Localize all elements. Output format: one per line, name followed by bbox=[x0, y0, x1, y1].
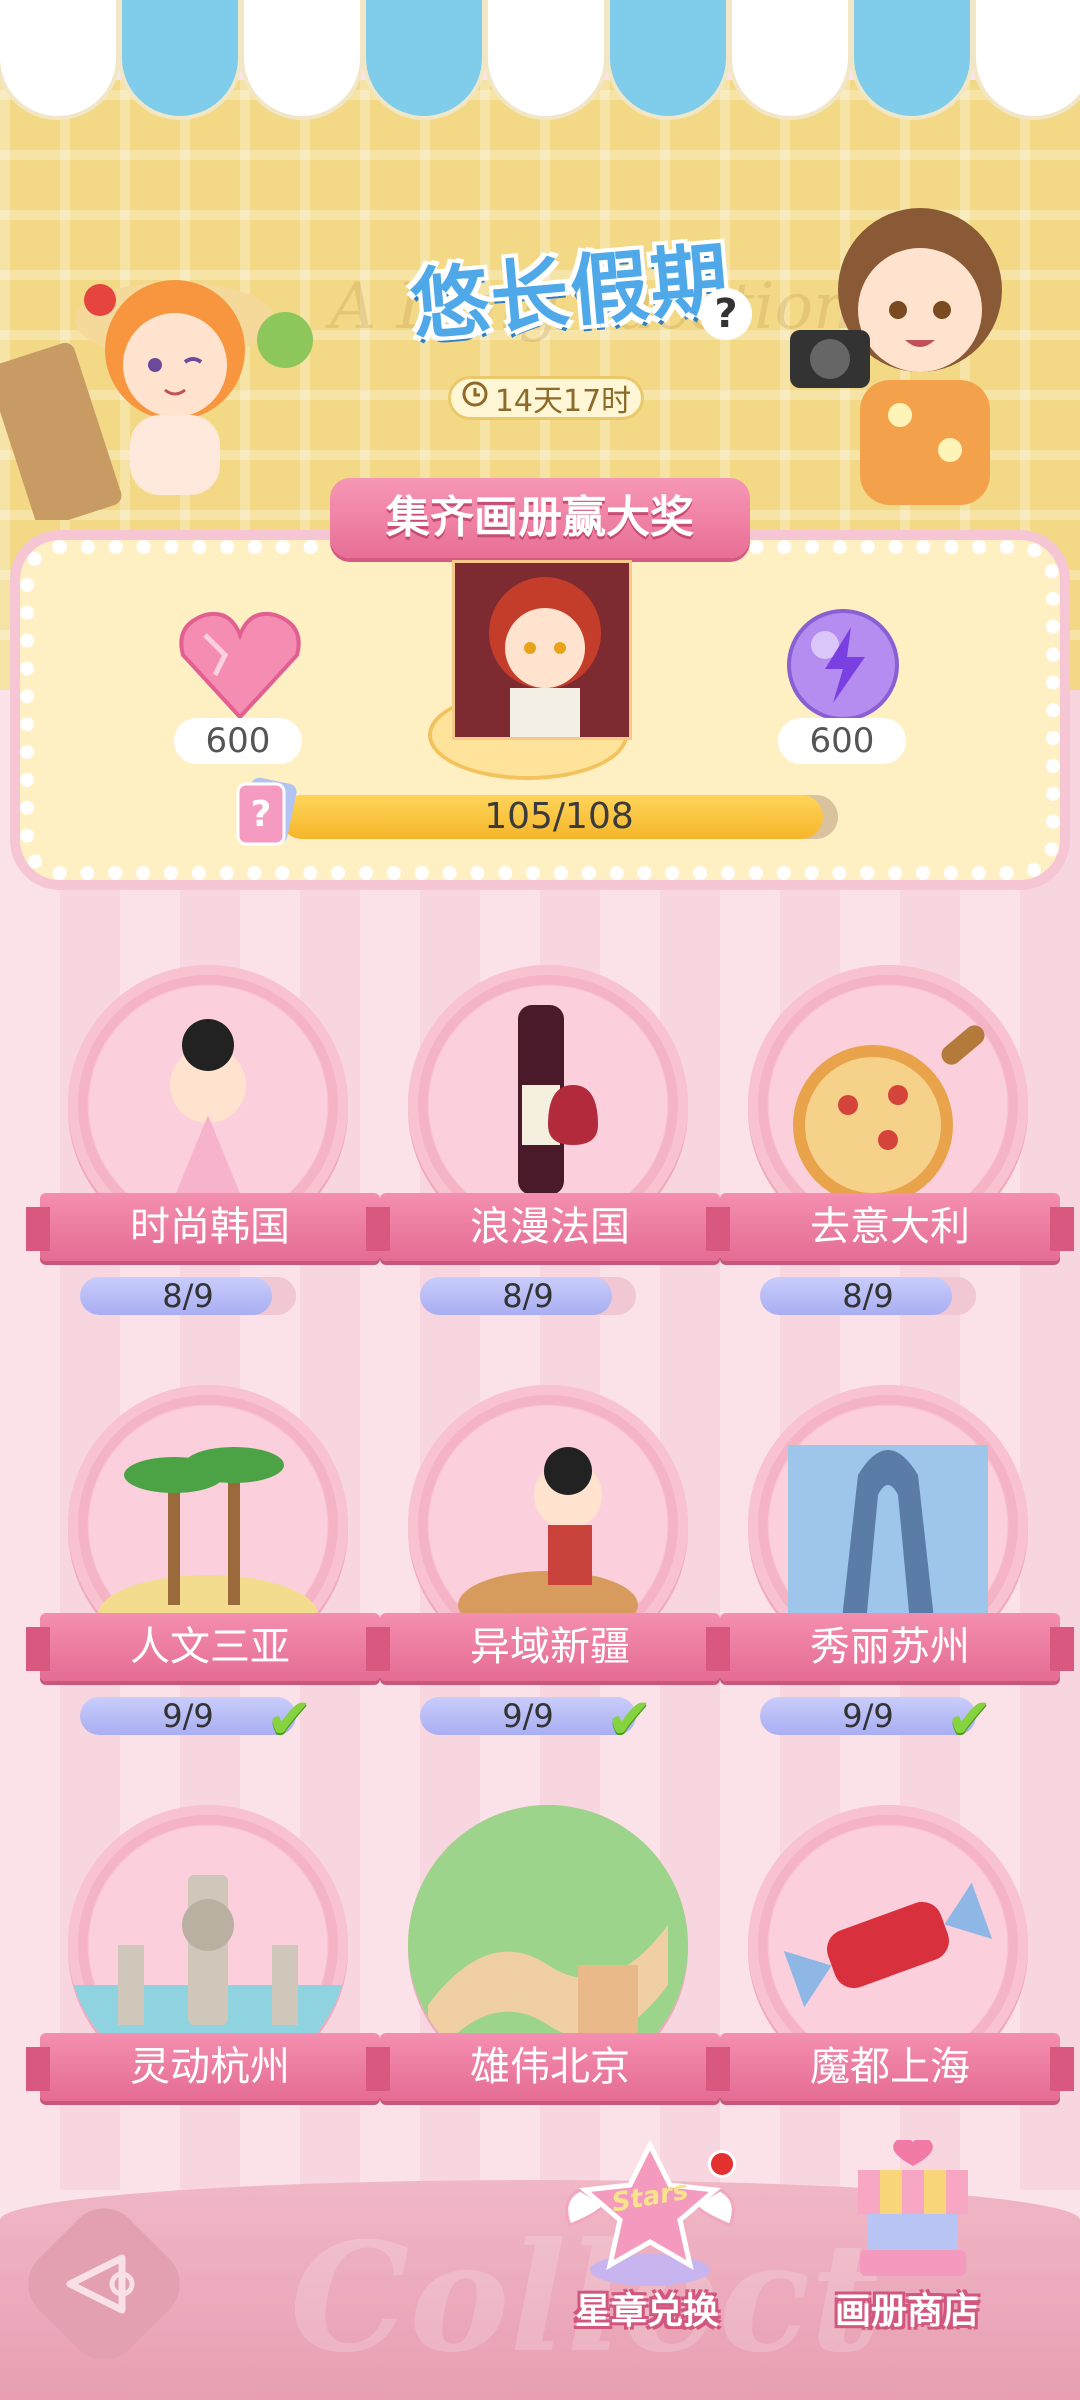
shop-stall-icon bbox=[858, 2137, 968, 2276]
complete-check-icon: ✔ bbox=[946, 1687, 993, 1752]
album-name: 异域新疆 bbox=[366, 1613, 734, 1681]
awning-scallop bbox=[118, 0, 242, 120]
album-card[interactable]: 人文三亚 9/9 ✔ bbox=[26, 1385, 394, 1785]
album-progress-text: 9/9 bbox=[502, 1697, 554, 1735]
album-name: 灵动杭州 bbox=[26, 2033, 394, 2101]
heart-gem-icon[interactable] bbox=[175, 605, 305, 723]
lightning-orb-icon[interactable] bbox=[785, 607, 901, 723]
album-name: 雄伟北京 bbox=[366, 2033, 734, 2101]
complete-check-icon: ✔ bbox=[266, 1687, 313, 1752]
card-question-icon: ? bbox=[232, 776, 304, 848]
awning bbox=[0, 0, 1080, 120]
clock-icon bbox=[461, 380, 489, 416]
reward-ribbon: 集齐画册赢大奖 bbox=[330, 478, 750, 558]
album-progress-text: 9/9 bbox=[162, 1697, 214, 1735]
awning-scallop bbox=[728, 0, 852, 120]
album-card[interactable]: 浪漫法国 8/9 bbox=[366, 965, 734, 1365]
album-card[interactable]: 时尚韩国 8/9 bbox=[26, 965, 394, 1365]
album-name: 魔都上海 bbox=[706, 2033, 1074, 2101]
album-card[interactable]: 去意大利 8/9 bbox=[706, 965, 1074, 1365]
left-character-illustration bbox=[0, 200, 330, 528]
album-card[interactable]: 灵动杭州 bbox=[26, 1805, 394, 2205]
event-timer: 14天17时 bbox=[448, 376, 644, 420]
awning-scallop bbox=[240, 0, 364, 120]
complete-check-icon: ✔ bbox=[606, 1687, 653, 1752]
album-progress-text: 9/9 bbox=[842, 1697, 894, 1735]
album-progress-text: 8/9 bbox=[162, 1277, 214, 1315]
timer-text: 14天17时 bbox=[494, 384, 632, 419]
album-name: 时尚韩国 bbox=[26, 1193, 394, 1261]
album-shop-label[interactable]: 画册商店 bbox=[835, 2282, 979, 2334]
album-card[interactable]: 异域新疆 9/9 ✔ bbox=[366, 1385, 734, 1785]
prize-card-portrait[interactable] bbox=[452, 560, 632, 740]
awning-scallop bbox=[362, 0, 486, 120]
album-name: 秀丽苏州 bbox=[706, 1613, 1074, 1681]
album-progress-text: 8/9 bbox=[502, 1277, 554, 1315]
notification-dot bbox=[708, 2150, 736, 2178]
back-arrow-icon bbox=[40, 2220, 168, 2348]
awning-scallop bbox=[972, 0, 1080, 120]
album-card[interactable]: 秀丽苏州 9/9 ✔ bbox=[706, 1385, 1074, 1785]
svg-text:?: ? bbox=[251, 794, 272, 835]
lightning-orb-amount: 600 bbox=[778, 718, 906, 764]
heart-gem-amount: 600 bbox=[174, 718, 302, 764]
help-button[interactable]: ? bbox=[700, 288, 752, 340]
collection-progress-text: 105/108 bbox=[484, 796, 634, 837]
album-shop-button[interactable] bbox=[838, 2137, 988, 2290]
album-name: 浪漫法国 bbox=[366, 1193, 734, 1261]
awning-scallop bbox=[484, 0, 608, 120]
album-name: 去意大利 bbox=[706, 1193, 1074, 1261]
awning-scallop bbox=[0, 0, 120, 120]
album-progress-text: 8/9 bbox=[842, 1277, 894, 1315]
awning-scallop bbox=[606, 0, 730, 120]
album-name: 人文三亚 bbox=[26, 1613, 394, 1681]
right-character-illustration bbox=[770, 180, 1070, 510]
star-exchange-label[interactable]: 星章兑换 bbox=[575, 2282, 719, 2334]
awning-scallop bbox=[850, 0, 974, 120]
